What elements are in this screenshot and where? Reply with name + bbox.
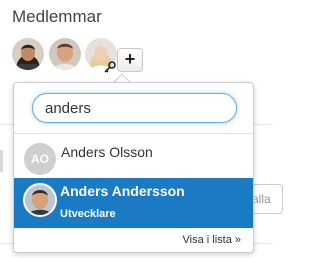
key-icon: [104, 60, 116, 73]
search-result-item[interactable]: AO Anders Olsson: [14, 136, 253, 176]
add-member-button[interactable]: +: [117, 48, 143, 72]
member-avatar-1[interactable]: [12, 38, 44, 70]
result-name: Anders Andersson: [60, 183, 185, 199]
initials-avatar: AO: [24, 143, 56, 175]
background-edge: [0, 150, 3, 172]
background-field-text: alla: [252, 192, 271, 206]
result-name: Anders Olsson: [61, 144, 153, 160]
search-result-item-selected[interactable]: Anders Andersson Utvecklare: [14, 178, 253, 228]
section-title: Medlemmar: [12, 7, 102, 26]
popover-divider: [14, 133, 253, 134]
member-search-popover: AO Anders Olsson Anders Andersson Utveck…: [13, 82, 254, 253]
avatar: [23, 183, 57, 217]
member-avatar-2[interactable]: [49, 38, 81, 70]
member-search-input[interactable]: [32, 93, 237, 123]
show-in-list-link[interactable]: Visa i lista »: [183, 234, 242, 246]
result-role: Utvecklare: [60, 208, 116, 220]
plus-icon: +: [124, 49, 136, 69]
